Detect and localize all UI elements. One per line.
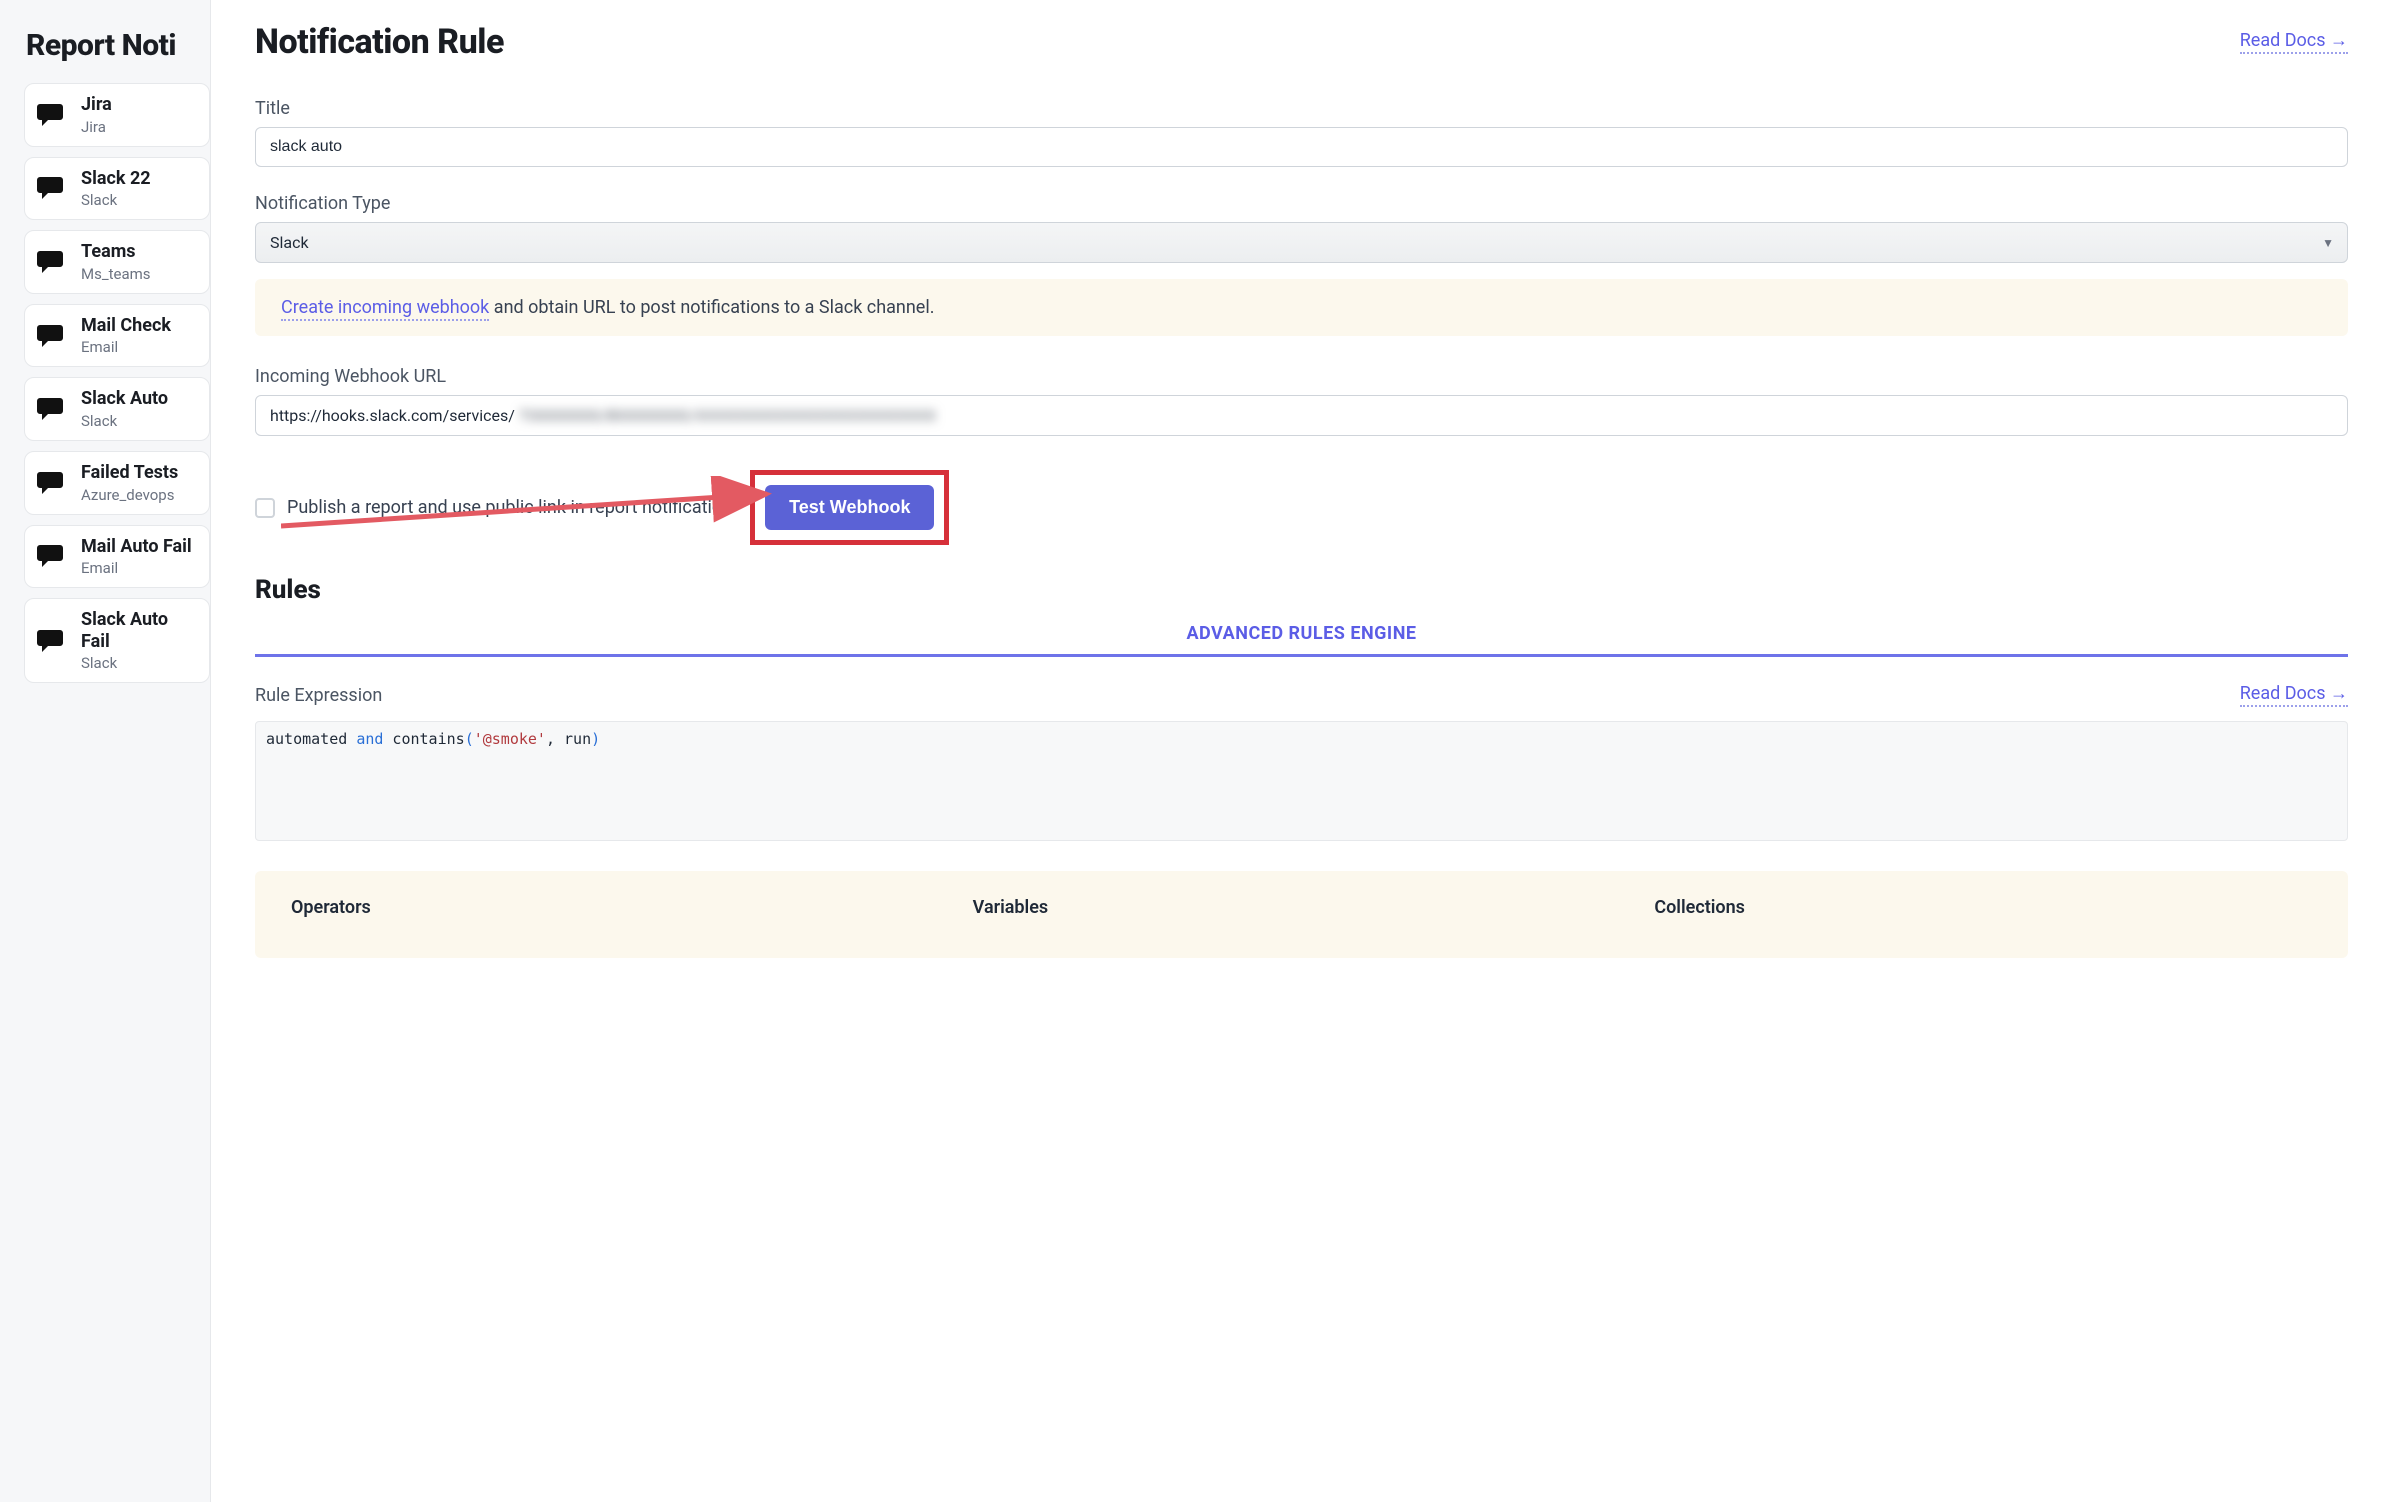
sidebar: Report Noti Jira Jira Slack 22 Slack: [0, 0, 210, 1502]
title-label: Title: [255, 98, 2348, 119]
rule-expression-label: Rule Expression: [255, 685, 382, 706]
type-label: Notification Type: [255, 193, 2348, 214]
annotation-highlight: Test Webhook: [750, 470, 949, 545]
app-root: Report Noti Jira Jira Slack 22 Slack: [0, 0, 2392, 1502]
sidebar-item-title: Mail Auto Fail: [81, 536, 192, 558]
chat-bubble-icon: [37, 100, 67, 130]
tab-advanced-rules[interactable]: ADVANCED RULES ENGINE: [1186, 623, 1416, 644]
webhook-info-banner: Create incoming webhook and obtain URL t…: [255, 279, 2348, 336]
sidebar-item-mail-check[interactable]: Mail Check Email: [24, 304, 210, 368]
sidebar-item-slack-auto[interactable]: Slack Auto Slack: [24, 377, 210, 441]
chat-bubble-icon: [37, 173, 67, 203]
publish-report-label: Publish a report and use public link in …: [287, 497, 732, 518]
sidebar-list: Jira Jira Slack 22 Slack Teams: [0, 83, 210, 683]
chat-bubble-icon: [37, 541, 67, 571]
code-token: automated: [266, 730, 356, 748]
sidebar-title: Report Noti: [0, 28, 210, 83]
help-panel: Operators Variables Collections: [255, 871, 2348, 958]
sidebar-item-subtitle: Jira: [81, 118, 112, 136]
sidebar-item-failed-tests[interactable]: Failed Tests Azure_devops: [24, 451, 210, 515]
sidebar-item-slack-auto-fail[interactable]: Slack Auto Fail Slack: [24, 598, 210, 683]
publish-report-checkbox[interactable]: [255, 498, 275, 518]
sidebar-item-jira[interactable]: Jira Jira: [24, 83, 210, 147]
banner-text: and obtain URL to post notifications to …: [489, 297, 934, 318]
page-title: Notification Rule: [255, 22, 504, 62]
code-paren: ): [591, 730, 600, 748]
sidebar-item-title: Teams: [81, 241, 151, 263]
code-token: contains: [383, 730, 464, 748]
title-input[interactable]: [255, 127, 2348, 167]
sidebar-item-teams[interactable]: Teams Ms_teams: [24, 230, 210, 294]
chat-bubble-icon: [37, 247, 67, 277]
webhook-url-hidden: T00000000/B00000000/XXXXXXXXXXXXXXXXXXXX…: [519, 406, 936, 425]
webhook-url-input[interactable]: https://hooks.slack.com/services/ T00000…: [255, 395, 2348, 436]
sidebar-item-subtitle: Email: [81, 559, 192, 577]
read-docs-link[interactable]: Read Docs →: [2240, 30, 2348, 54]
sidebar-item-title: Failed Tests: [81, 462, 178, 484]
code-token: , run: [546, 730, 591, 748]
create-webhook-link[interactable]: Create incoming webhook: [281, 297, 489, 321]
sidebar-item-title: Slack Auto Fail: [81, 609, 195, 652]
code-paren: (: [465, 730, 474, 748]
help-col-collections: Collections: [1654, 897, 2312, 918]
sidebar-item-title: Jira: [81, 94, 112, 116]
code-string: '@smoke': [474, 730, 546, 748]
sidebar-item-mail-auto-fail[interactable]: Mail Auto Fail Email: [24, 525, 210, 589]
sidebar-item-title: Slack Auto: [81, 388, 168, 410]
sidebar-item-subtitle: Slack: [81, 412, 168, 430]
webhook-url-label: Incoming Webhook URL: [255, 366, 2348, 387]
sidebar-item-slack-22[interactable]: Slack 22 Slack: [24, 157, 210, 221]
webhook-url-prefix: https://hooks.slack.com/services/: [270, 406, 515, 425]
notification-type-select[interactable]: Slack: [255, 222, 2348, 263]
sidebar-item-subtitle: Ms_teams: [81, 265, 151, 283]
chat-bubble-icon: [37, 626, 67, 656]
sidebar-item-subtitle: Slack: [81, 654, 195, 672]
rules-tabs: ADVANCED RULES ENGINE: [255, 623, 2348, 657]
test-webhook-button[interactable]: Test Webhook: [765, 485, 934, 530]
help-col-operators: Operators: [291, 897, 949, 918]
sidebar-item-title: Mail Check: [81, 315, 171, 337]
code-keyword: and: [356, 730, 383, 748]
sidebar-item-subtitle: Azure_devops: [81, 486, 178, 504]
sidebar-item-subtitle: Email: [81, 338, 171, 356]
sidebar-item-title: Slack 22: [81, 168, 151, 190]
rule-expression-editor[interactable]: automated and contains('@smoke', run): [255, 721, 2348, 841]
chat-bubble-icon: [37, 468, 67, 498]
read-docs-rules-link[interactable]: Read Docs →: [2240, 683, 2348, 707]
help-col-variables: Variables: [973, 897, 1631, 918]
main-panel: ✕ [Esc] Notification Rule Read Docs → Ti…: [210, 0, 2392, 1502]
rules-heading: Rules: [255, 575, 2348, 605]
chat-bubble-icon: [37, 321, 67, 351]
chat-bubble-icon: [37, 394, 67, 424]
sidebar-item-subtitle: Slack: [81, 191, 151, 209]
